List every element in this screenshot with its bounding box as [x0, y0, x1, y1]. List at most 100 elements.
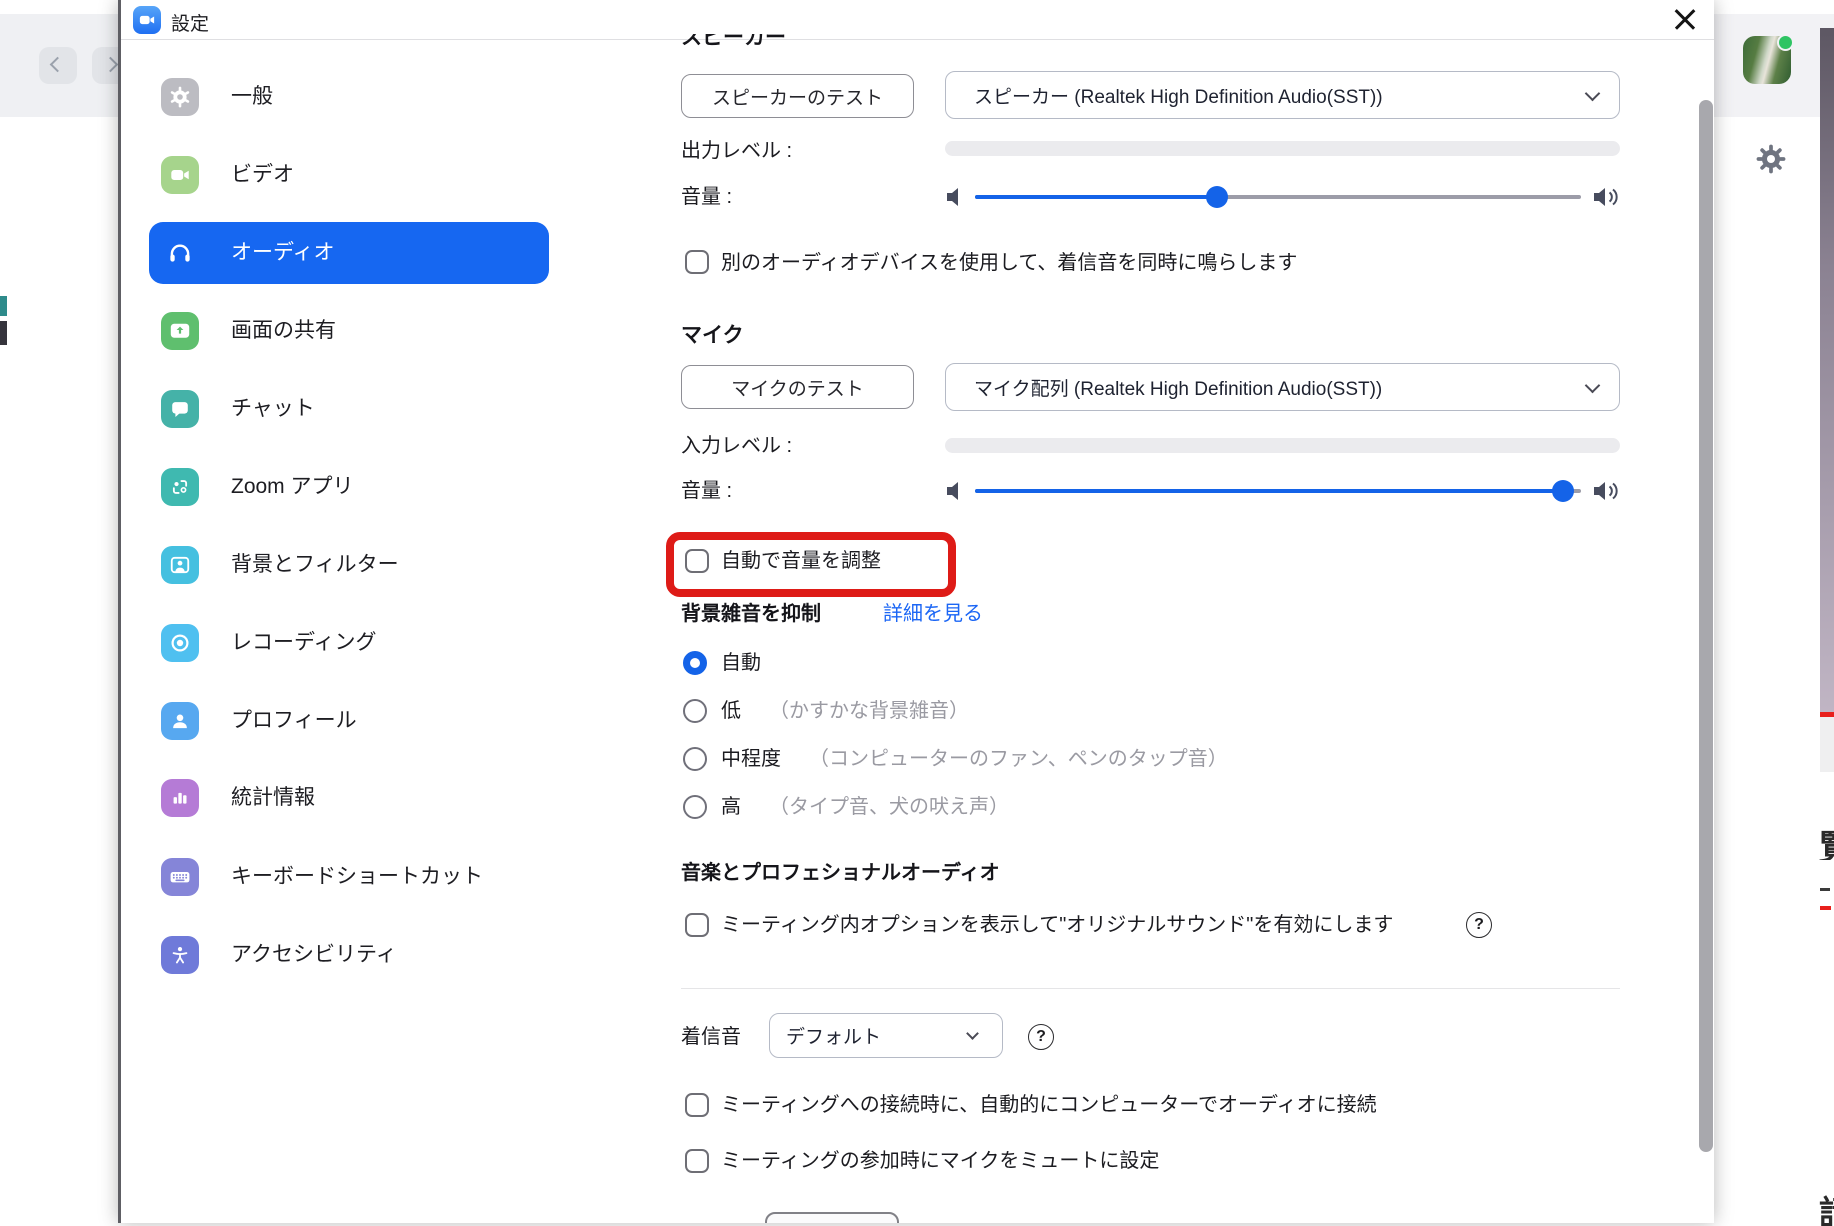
original-sound-label: ミーティング内オプションを表示して"オリジナルサウンド"を有効にします	[721, 910, 1393, 940]
mic-volume-label: 音量 :	[681, 476, 732, 506]
accessibility-icon	[161, 936, 199, 974]
sidebar-item-recording[interactable]: レコーディング	[121, 604, 631, 682]
chevron-down-icon	[966, 1027, 979, 1040]
chevron-right-icon	[103, 57, 119, 73]
sidebar-item-label: キーボードショートカット	[231, 862, 483, 892]
noise-option-high[interactable]: 高 （タイプ音、犬の吠え声）	[721, 792, 1009, 822]
speaker-test-button[interactable]: スピーカーのテスト	[681, 74, 914, 118]
mic-min-icon	[946, 480, 966, 502]
sidebar-item-video[interactable]: ビデオ	[121, 136, 631, 214]
settings-dialog: 設定 一般 ビデオ オーディオ 画面	[118, 0, 1714, 1223]
original-sound-checkbox[interactable]	[685, 913, 709, 937]
background-person-icon	[161, 546, 199, 584]
gear-icon	[161, 78, 199, 116]
noise-option-medium-radio[interactable]	[683, 747, 707, 771]
dialog-title: 設定	[171, 9, 209, 36]
sidebar-item-statistics[interactable]: 統計情報	[121, 760, 631, 838]
settings-gear-icon[interactable]	[1755, 143, 1787, 175]
speaker-volume-label: 音量 :	[681, 182, 732, 212]
ring-both-devices-label: 別のオーディオデバイスを使用して、着信音を同時に鳴らします	[721, 248, 1297, 278]
background-app-fragment	[0, 321, 7, 345]
sidebar-item-zoom-apps[interactable]: Zoom アプリ	[121, 448, 631, 526]
chevron-down-icon	[1585, 86, 1601, 102]
help-icon[interactable]: ?	[1466, 912, 1492, 938]
person-icon	[161, 702, 199, 740]
headphones-icon	[161, 234, 199, 272]
scrollbar-thumb[interactable]	[1699, 100, 1713, 1152]
music-audio-heading: 音楽とプロフェショナルオーディオ	[681, 858, 1000, 888]
noise-suppression-heading: 背景雑音を抑制	[681, 599, 821, 629]
speaker-device-dropdown[interactable]: スピーカー (Realtek High Definition Audio(SST…	[945, 71, 1620, 119]
output-level-label: 出力レベル :	[681, 136, 792, 166]
sidebar-item-label: Zoom アプリ	[231, 472, 354, 502]
auto-adjust-volume-label: 自動で音量を調整	[721, 546, 881, 576]
background-app-fragment	[0, 296, 7, 316]
background-text-fragment: 覧	[1819, 820, 1834, 860]
sidebar-item-general[interactable]: 一般	[121, 58, 631, 136]
section-divider	[681, 988, 1620, 989]
mic-volume-fill	[975, 489, 1563, 493]
sidebar-item-chat[interactable]: チャット	[121, 370, 631, 448]
mic-volume-handle[interactable]	[1552, 480, 1574, 502]
output-level-meter	[945, 141, 1620, 156]
sidebar-item-label: 一般	[231, 82, 273, 112]
noise-option-auto-radio[interactable]	[683, 651, 707, 675]
input-level-meter	[945, 438, 1620, 453]
advanced-button-partial[interactable]	[765, 1212, 899, 1223]
background-zoom-window	[1712, 0, 1834, 1223]
speaker-volume-slider[interactable]	[975, 195, 1581, 199]
noise-option-auto[interactable]: 自動	[721, 648, 789, 678]
auto-join-audio-label: ミーティングへの接続時に、自動的にコンピューターでオーディオに接続	[721, 1090, 1377, 1120]
record-icon	[161, 624, 199, 662]
back-button[interactable]	[39, 47, 77, 84]
zoom-logo-icon	[133, 6, 161, 34]
close-button[interactable]	[1669, 4, 1701, 36]
mute-on-join-checkbox[interactable]	[685, 1149, 709, 1173]
status-indicator	[1777, 34, 1794, 51]
sidebar-item-label: アクセシビリティ	[231, 940, 397, 970]
speaker-section-heading: スピーカー	[681, 34, 981, 51]
sidebar-item-audio[interactable]: オーディオ	[121, 214, 631, 292]
sidebar-item-background-filters[interactable]: 背景とフィルター	[121, 526, 631, 604]
sidebar-item-label: 背景とフィルター	[231, 550, 399, 580]
mic-section-heading: マイク	[681, 321, 744, 351]
noise-option-high-radio[interactable]	[683, 795, 707, 819]
bar-chart-icon	[161, 779, 199, 817]
sidebar-item-label: 統計情報	[231, 783, 315, 813]
sidebar-item-screen-share[interactable]: 画面の共有	[121, 292, 631, 370]
sidebar-item-label: 画面の共有	[231, 316, 336, 346]
mic-test-button[interactable]: マイクのテスト	[681, 365, 914, 409]
keyboard-icon	[161, 858, 199, 896]
speaker-volume-handle[interactable]	[1206, 186, 1228, 208]
screen-share-icon	[161, 312, 199, 350]
mute-on-join-label: ミーティングの参加時にマイクをミュートに設定	[721, 1146, 1159, 1176]
input-level-label: 入力レベル :	[681, 431, 792, 461]
speaker-min-icon	[946, 186, 966, 208]
auto-adjust-volume-checkbox[interactable]	[685, 549, 709, 573]
speaker-max-icon	[1593, 186, 1621, 208]
noise-option-low[interactable]: 低 （かすかな背景雑音）	[721, 696, 969, 726]
sidebar-item-label: チャット	[231, 394, 315, 424]
sidebar-item-keyboard-shortcuts[interactable]: キーボードショートカット	[121, 838, 631, 916]
mic-device-dropdown[interactable]: マイク配列 (Realtek High Definition Audio(SST…	[945, 363, 1620, 411]
noise-details-link[interactable]: 詳細を見る	[883, 599, 983, 629]
mic-device-value: マイク配列 (Realtek High Definition Audio(SST…	[974, 374, 1382, 401]
background-text-fragment	[1820, 888, 1830, 891]
ring-both-devices-checkbox[interactable]	[685, 250, 709, 274]
chat-bubble-icon	[161, 390, 199, 428]
sidebar-item-profile[interactable]: プロフィール	[121, 682, 631, 760]
background-window-edge	[1820, 717, 1834, 772]
background-window-edge	[1820, 28, 1834, 712]
sidebar-item-accessibility[interactable]: アクセシビリティ	[121, 916, 631, 994]
sidebar-item-label: レコーディング	[231, 628, 377, 658]
mic-volume-slider[interactable]	[975, 489, 1581, 493]
speaker-device-value: スピーカー (Realtek High Definition Audio(SST…	[974, 82, 1383, 109]
noise-option-low-radio[interactable]	[683, 699, 707, 723]
sidebar-item-label: プロフィール	[231, 706, 357, 736]
sidebar-item-label: オーディオ	[231, 238, 335, 268]
noise-option-medium[interactable]: 中程度 （コンピューターのファン、ペンのタップ音）	[721, 744, 1228, 774]
help-icon[interactable]: ?	[1028, 1024, 1054, 1050]
speaker-volume-fill	[975, 195, 1217, 199]
auto-join-audio-checkbox[interactable]	[685, 1093, 709, 1117]
ringtone-dropdown[interactable]: デフォルト	[769, 1013, 1003, 1058]
